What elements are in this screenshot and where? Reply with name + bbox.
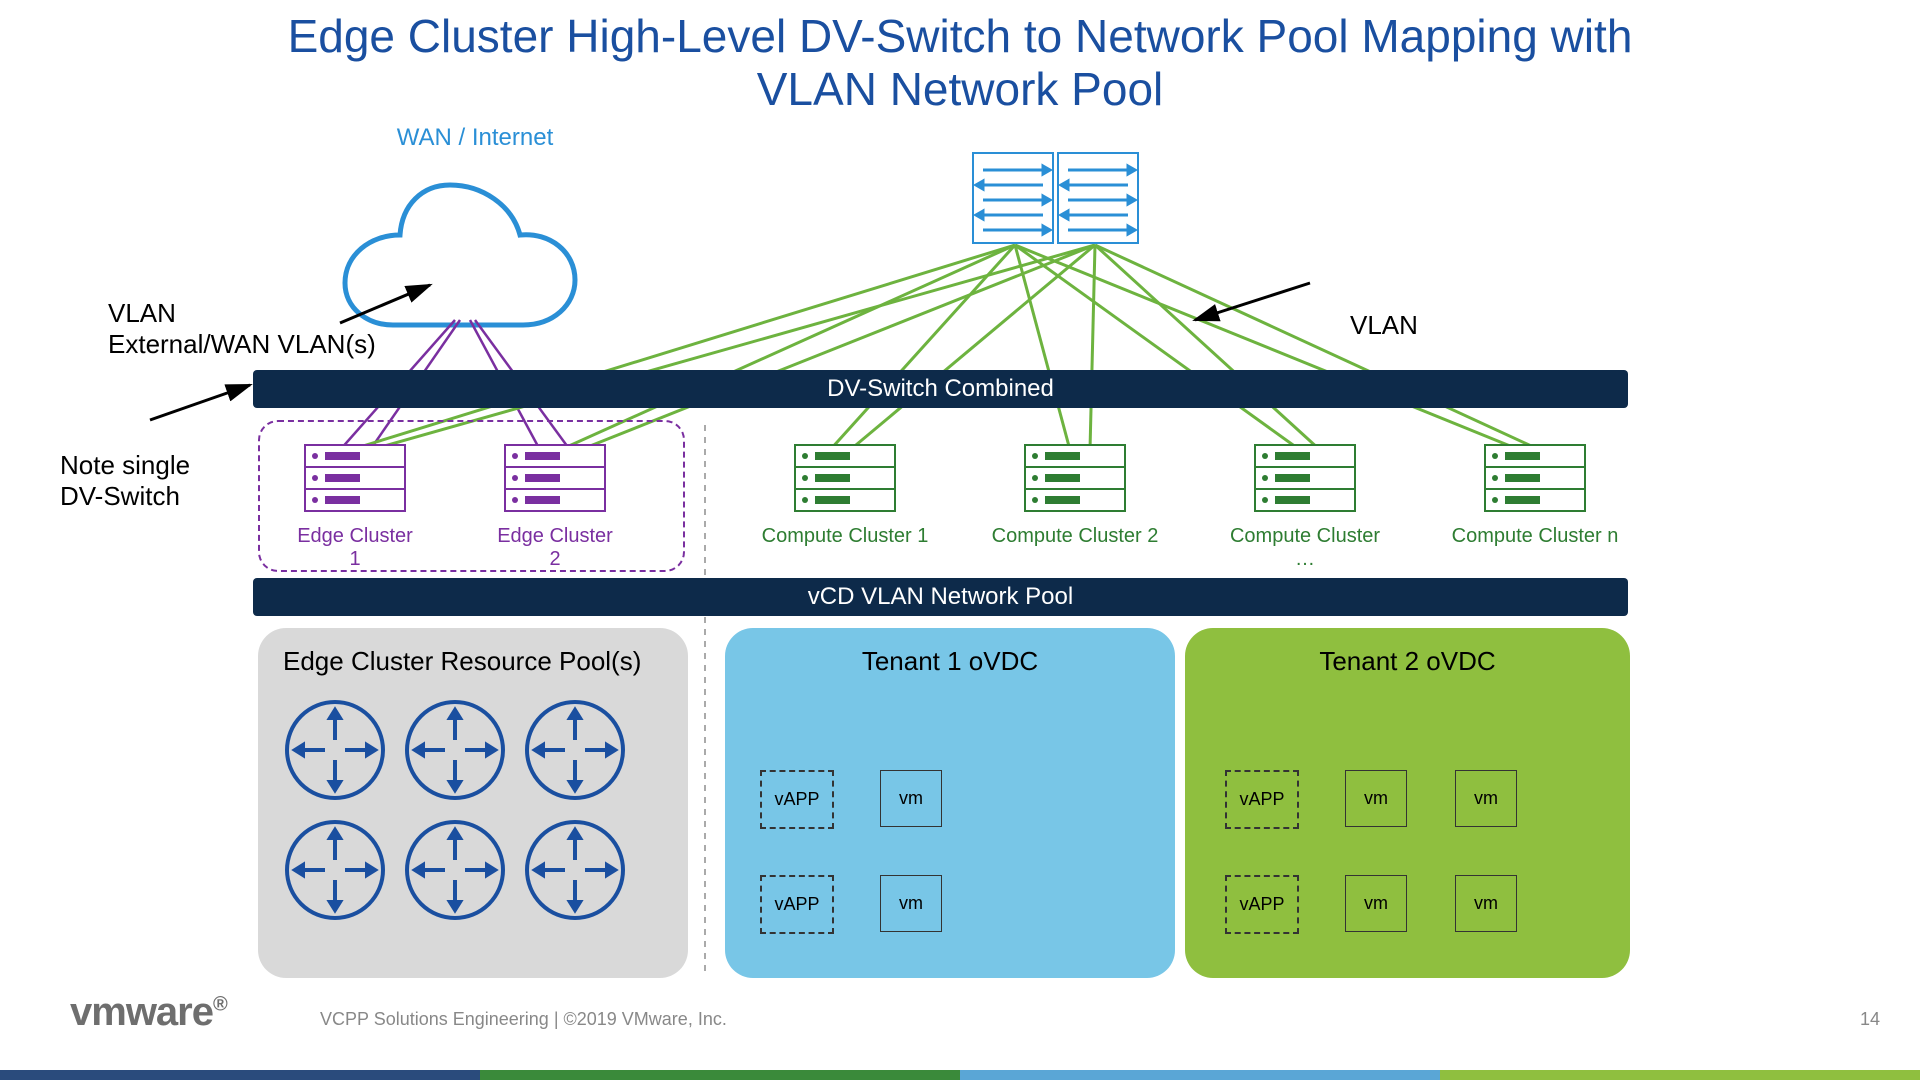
label-compute1: Compute Cluster 1 (760, 525, 930, 548)
title-line2: VLAN Network Pool (757, 63, 1164, 115)
switch-icon-right (1058, 153, 1138, 243)
cloud-icon (345, 185, 575, 325)
edge-pool-title: Edge Cluster Resource Pool(s) (283, 646, 641, 677)
vcd-pool-bar: vCD VLAN Network Pool (253, 578, 1628, 616)
brand-stripe (0, 1070, 1920, 1080)
label-compute4: Compute Cluster n (1450, 525, 1620, 548)
tenant1-vm2: vm (880, 875, 942, 932)
edge-pool-panel: Edge Cluster Resource Pool(s) (258, 628, 688, 978)
tenant2-vm2: vm (1455, 770, 1517, 827)
annot-note-line2: DV-Switch (60, 481, 180, 511)
annot-note: Note single DV-Switch (60, 450, 190, 512)
label-compute2: Compute Cluster 2 (990, 525, 1160, 548)
label-edge1: Edge Cluster 1 (290, 525, 420, 571)
vcd-pool-bar-label: vCD VLAN Network Pool (808, 583, 1073, 611)
title-line1: Edge Cluster High-Level DV-Switch to Net… (288, 10, 1633, 62)
tenant2-vm3: vm (1345, 875, 1407, 932)
tenant1-vapp2: vAPP (760, 875, 834, 934)
tenant2-title: Tenant 2 oVDC (1185, 646, 1630, 677)
label-edge2: Edge Cluster 2 (490, 525, 620, 571)
slide-title: Edge Cluster High-Level DV-Switch to Net… (0, 10, 1920, 116)
tenant1-vapp1: vAPP (760, 770, 834, 829)
vmware-logo: vmware® (70, 990, 227, 1035)
server-compute2 (1020, 440, 1130, 520)
tenant2-vapp1: vAPP (1225, 770, 1299, 829)
server-compute3 (1250, 440, 1360, 520)
annot-vlan-ext: VLAN External/WAN VLAN(s) (108, 298, 376, 360)
tenant2-vapp2: vAPP (1225, 875, 1299, 934)
tenant2-vm4: vm (1455, 875, 1517, 932)
switch-icon-left (973, 153, 1053, 243)
wan-label: WAN / Internet (397, 124, 554, 151)
vmware-logo-text: vmware (70, 990, 213, 1034)
tenant2-vm1: vm (1345, 770, 1407, 827)
annot-vlan-ext-line2: External/WAN VLAN(s) (108, 329, 376, 359)
annot-vlan-right: VLAN (1350, 310, 1418, 341)
annot-vlan-ext-line1: VLAN (108, 298, 176, 328)
server-compute1 (790, 440, 900, 520)
server-compute4 (1480, 440, 1590, 520)
annot-note-line1: Note single (60, 450, 190, 480)
dvswitch-bar-label: DV-Switch Combined (827, 375, 1054, 403)
label-compute3: Compute Cluster … (1220, 525, 1390, 571)
dvswitch-bar: DV-Switch Combined (253, 370, 1628, 408)
footer-text: VCPP Solutions Engineering | ©2019 VMwar… (320, 1009, 727, 1030)
tenant1-vm1: vm (880, 770, 942, 827)
arrow-vlan-right (1195, 283, 1310, 320)
arrow-note (150, 385, 250, 420)
tenant1-title: Tenant 1 oVDC (725, 646, 1175, 677)
page-number: 14 (1860, 1009, 1880, 1030)
